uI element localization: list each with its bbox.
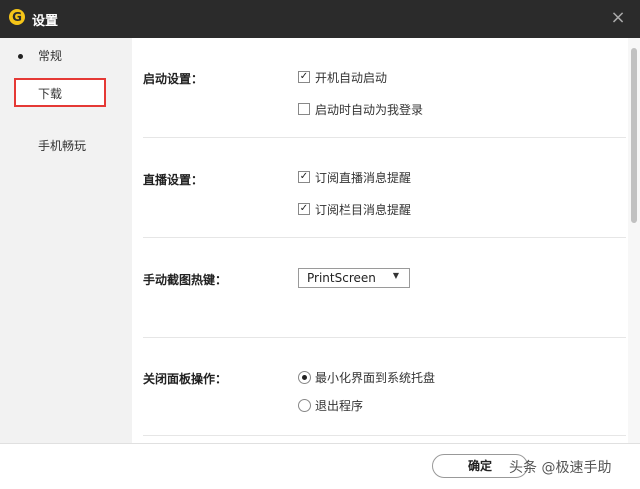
title-bar: G 设置 × xyxy=(0,0,640,38)
sidebar-item-label: 常规 xyxy=(38,49,63,63)
section-divider xyxy=(143,137,626,138)
settings-content: 启动设置： ✓ 开机自动启动 启动时自动为我登录 直播设置： ✓ 订阅直播消息提… xyxy=(132,38,628,443)
startup-settings-label: 启动设置： xyxy=(143,72,204,86)
checkbox-checked-icon: ✓ xyxy=(298,71,310,83)
vertical-scrollbar[interactable] xyxy=(628,38,640,443)
close-panel-label: 关闭面板操作： xyxy=(143,372,228,386)
active-dot-icon xyxy=(18,54,23,59)
radio-selected-icon xyxy=(298,371,311,384)
hotkey-value: PrintScreen xyxy=(307,271,376,285)
live-settings-label: 直播设置： xyxy=(143,173,204,187)
sidebar-item-mobile[interactable]: 手机畅玩 xyxy=(0,131,132,161)
section-divider xyxy=(143,435,626,436)
app-logo-icon: G xyxy=(9,9,25,25)
section-divider xyxy=(143,237,626,238)
checkbox-checked-icon: ✓ xyxy=(298,171,310,183)
sidebar-item-general[interactable]: 常规 xyxy=(0,41,132,71)
sidebar-item-download[interactable]: 下载 xyxy=(14,78,106,107)
checkbox-checked-icon: ✓ xyxy=(298,203,310,215)
hotkey-select[interactable]: PrintScreen ▼ xyxy=(298,268,410,288)
dropdown-arrow-icon: ▼ xyxy=(392,271,399,280)
watermark: 头条 @极速手助 xyxy=(509,460,612,476)
screenshot-hotkey-label: 手动截图热键： xyxy=(143,273,228,287)
section-divider xyxy=(143,337,626,338)
close-icon[interactable]: × xyxy=(608,8,628,28)
window-title: 设置 xyxy=(32,14,59,29)
dialog-footer: 确定 头条 @极速手助 xyxy=(0,443,640,489)
checkbox-unchecked-icon xyxy=(298,103,310,115)
sidebar-item-label: 下载 xyxy=(38,87,63,101)
scroll-thumb[interactable] xyxy=(631,48,637,223)
sidebar-item-label: 手机畅玩 xyxy=(38,139,87,153)
radio-unselected-icon xyxy=(298,399,311,412)
